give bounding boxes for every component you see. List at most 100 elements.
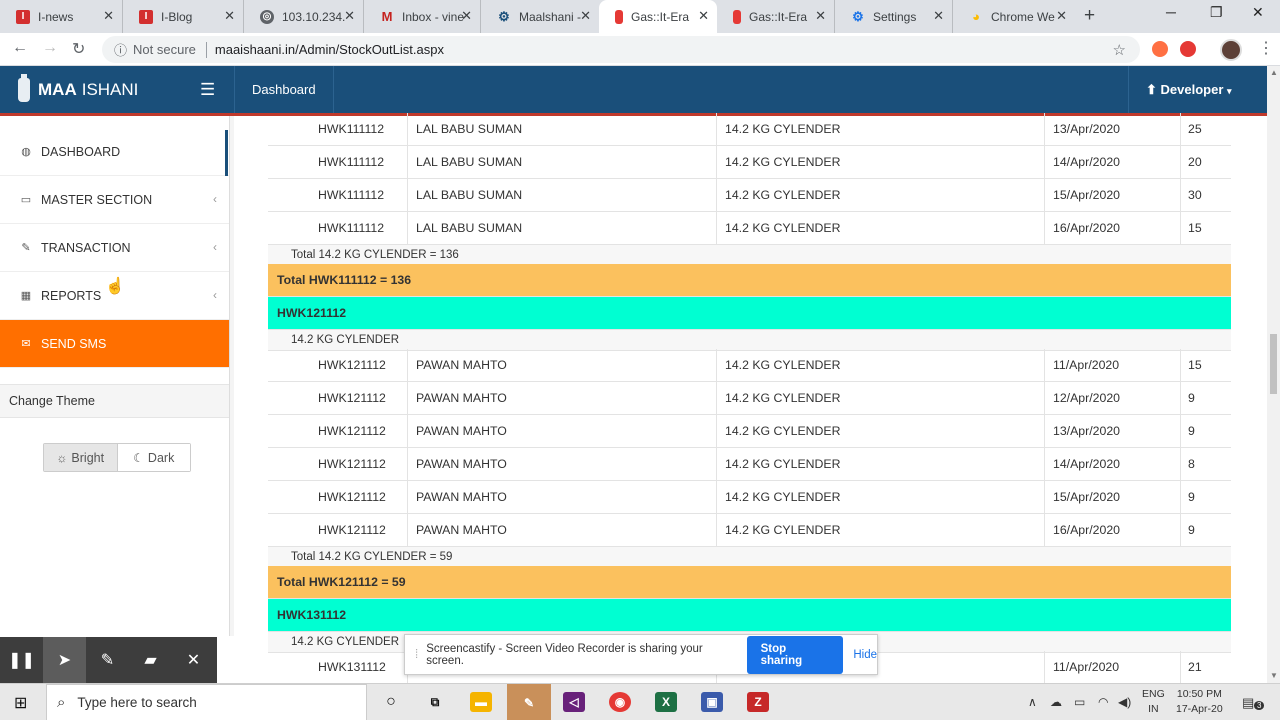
- screencastify-toolbar: ❚❚ ➤ ✎ ▰ ✕: [0, 637, 217, 683]
- header-divider: [333, 66, 334, 113]
- visual-studio-icon[interactable]: ◁: [563, 692, 585, 712]
- window-close-icon[interactable]: ✕: [1252, 4, 1264, 21]
- chevron-left-icon: ‹: [213, 240, 217, 254]
- pointer-icon[interactable]: ➤: [43, 637, 86, 683]
- dashboard-link[interactable]: Dashboard: [252, 82, 316, 97]
- code-cell: HWK121112: [318, 490, 386, 504]
- tab-settings[interactable]: ⚙ Settings ✕: [835, 0, 953, 33]
- close-icon[interactable]: ✕: [815, 8, 826, 24]
- wifi-icon[interactable]: ◠: [1098, 695, 1108, 709]
- chrome-icon[interactable]: ◉: [609, 692, 631, 712]
- volume-icon[interactable]: ◀): [1118, 695, 1131, 709]
- profile-avatar[interactable]: [1220, 39, 1242, 61]
- lang-region: IN: [1148, 703, 1159, 715]
- close-icon[interactable]: ✕: [1056, 8, 1067, 24]
- notification-center-icon[interactable]: ▤: [1242, 695, 1254, 711]
- close-icon[interactable]: ✕: [698, 8, 709, 24]
- qty-cell: 9: [1180, 382, 1231, 414]
- sidebar-item-label: REPORTS: [41, 288, 102, 303]
- code-cell: HWK121112: [318, 424, 386, 438]
- info-icon[interactable]: ⓘ: [114, 40, 127, 59]
- reload-icon[interactable]: ↻: [72, 39, 85, 59]
- name-cell: PAWAN MAHTO: [407, 481, 716, 513]
- user-menu[interactable]: ⬆ Developer ▾: [1146, 82, 1232, 98]
- sidebar-item-dashboard[interactable]: ◍ DASHBOARD: [0, 128, 229, 176]
- hide-banner-link[interactable]: Hide: [853, 649, 877, 661]
- pen-icon[interactable]: ✎: [86, 637, 129, 683]
- item-cell: 14.2 KG CYLENDER: [716, 514, 1044, 546]
- minimize-icon[interactable]: ─: [1166, 4, 1176, 20]
- onedrive-icon[interactable]: ☁: [1050, 695, 1062, 709]
- task-view-icon[interactable]: ⧉: [424, 692, 446, 712]
- eraser-icon[interactable]: ▰: [129, 637, 172, 683]
- pause-icon[interactable]: ❚❚: [0, 637, 43, 683]
- close-icon[interactable]: ✕: [461, 8, 472, 24]
- tab-gmail-inbox[interactable]: M Inbox - vine ✕: [364, 0, 481, 33]
- scroll-up-icon[interactable]: ▲: [1270, 68, 1278, 77]
- tab-gas-it-era-active[interactable]: Gas::It-Era ✕: [599, 0, 717, 33]
- sidebar-item-transaction[interactable]: ✎ TRANSACTION ‹: [0, 224, 229, 272]
- address-bar[interactable]: ⓘ Not secure maaishaani.in/Admin/StockOu…: [102, 36, 1140, 63]
- chrome-menu-icon[interactable]: ⋮: [1258, 38, 1274, 58]
- sidebar-resize-gutter[interactable]: [229, 116, 234, 636]
- clock-time: 10:50 PM: [1176, 688, 1222, 700]
- code-cell: HWK111112: [318, 188, 385, 202]
- cortana-icon[interactable]: ○: [380, 692, 402, 712]
- close-icon[interactable]: ✕: [580, 8, 591, 24]
- taskbar-clock[interactable]: 10:50 PM 17-Apr-20: [1176, 687, 1223, 717]
- maximize-icon[interactable]: ❐: [1210, 4, 1223, 21]
- brand-logo[interactable]: MAA ISHANI: [18, 74, 138, 102]
- tab-chrome-web-store[interactable]: ◕ Chrome We ✕: [953, 0, 1075, 33]
- bookmark-star-icon[interactable]: ☆: [1113, 41, 1126, 59]
- table-row: HWK121112 PAWAN MAHTO 14.2 KG CYLENDER 1…: [268, 349, 1231, 382]
- hamburger-menu-icon[interactable]: ☰: [200, 80, 215, 100]
- language-indicator[interactable]: ENG IN: [1142, 687, 1165, 717]
- qty-cell: 9: [1180, 514, 1231, 546]
- tab-gas-it-era[interactable]: Gas::It-Era ✕: [717, 0, 835, 33]
- screen-sharing-banner: ⁞ Screencastify - Screen Video Recorder …: [404, 634, 878, 675]
- lang-code: ENG: [1142, 688, 1165, 700]
- dark-theme-button[interactable]: ☾ Dark: [117, 444, 190, 471]
- back-arrow-icon[interactable]: ←: [12, 39, 28, 57]
- name-cell: PAWAN MAHTO: [407, 448, 716, 480]
- excel-icon[interactable]: X: [655, 692, 677, 712]
- scrollbar-thumb[interactable]: [1270, 334, 1277, 394]
- close-icon[interactable]: ✕: [344, 8, 355, 24]
- tab-maalshani[interactable]: ⚙ Maalshani - ✕: [481, 0, 599, 33]
- i-news-favicon-icon: I: [16, 9, 30, 24]
- page-scrollbar[interactable]: ▲ ▼: [1267, 66, 1280, 683]
- search-placeholder: Type here to search: [77, 695, 197, 710]
- file-explorer-icon[interactable]: ▬: [470, 692, 492, 712]
- new-tab-plus-icon[interactable]: +: [1084, 5, 1095, 27]
- scroll-down-icon[interactable]: ▼: [1270, 671, 1278, 680]
- network-app-icon[interactable]: ▣: [701, 692, 723, 712]
- close-icon[interactable]: ✕: [172, 637, 215, 683]
- url-text: maaishaani.in/Admin/StockOutList.aspx: [214, 42, 444, 57]
- caret-down-icon: ▾: [1227, 86, 1232, 96]
- close-icon[interactable]: ✕: [224, 8, 235, 24]
- tray-chevron-icon[interactable]: ∧: [1028, 695, 1037, 709]
- drag-handle-icon[interactable]: ⁞: [415, 649, 418, 661]
- bright-theme-button[interactable]: ☼ Bright: [44, 444, 118, 471]
- sidebar-item-send-sms[interactable]: ✉ SEND SMS: [0, 320, 229, 368]
- battery-icon[interactable]: ▭: [1074, 695, 1085, 709]
- close-icon[interactable]: ✕: [933, 8, 944, 24]
- sticky-notes-icon[interactable]: ✎: [507, 684, 551, 720]
- stop-sharing-button[interactable]: Stop sharing: [746, 635, 844, 674]
- filezilla-icon[interactable]: Z: [747, 692, 769, 712]
- extension-icon[interactable]: [1152, 41, 1168, 57]
- tab-i-news[interactable]: I I-news ✕: [0, 0, 123, 33]
- windows-start-icon[interactable]: ⊞: [14, 693, 27, 713]
- tab-i-blog[interactable]: I I-Blog ✕: [123, 0, 244, 33]
- forward-arrow-icon[interactable]: →: [42, 39, 58, 57]
- screencastify-icon[interactable]: [1180, 41, 1196, 57]
- name-cell: PAWAN MAHTO: [407, 349, 716, 381]
- close-icon[interactable]: ✕: [103, 8, 114, 24]
- date-cell: 16/Apr/2020: [1044, 212, 1180, 244]
- sidebar-item-master-section[interactable]: ▭ MASTER SECTION ‹: [0, 176, 229, 224]
- taskbar-search-box[interactable]: ⌕ Type here to search: [46, 684, 367, 720]
- sidebar-item-label: TRANSACTION: [41, 240, 131, 255]
- tab-ip-address[interactable]: ◎ 103.10.234. ✕: [244, 0, 364, 33]
- qty-cell: 21: [1180, 651, 1231, 683]
- chrome-store-icon: ◕: [972, 9, 980, 24]
